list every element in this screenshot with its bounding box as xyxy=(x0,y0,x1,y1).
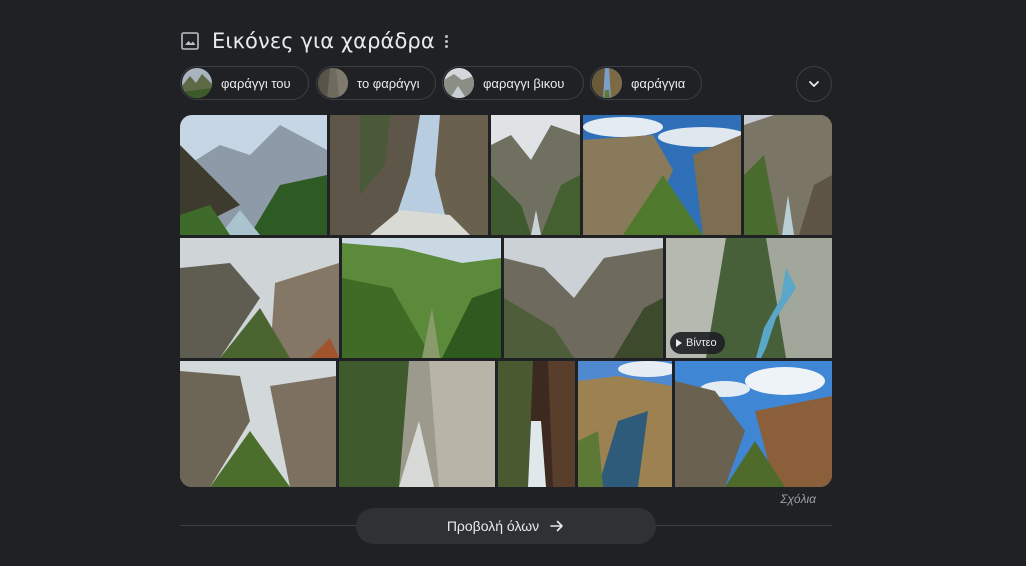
chip-faraggi-tou[interactable]: φαράγγι του xyxy=(180,66,309,100)
view-all-button[interactable]: Προβολή όλων xyxy=(356,508,656,544)
chip-label: φαράγγι του xyxy=(221,75,291,91)
expand-chips-button[interactable] xyxy=(796,66,832,102)
image-result[interactable] xyxy=(578,361,672,487)
image-result[interactable] xyxy=(491,115,580,235)
chip-thumbnail xyxy=(318,68,348,98)
video-badge-label: Βίντεο xyxy=(686,337,717,349)
chip-thumbnail xyxy=(444,68,474,98)
image-result[interactable] xyxy=(675,361,832,487)
arrow-right-icon xyxy=(550,520,563,532)
image-result[interactable] xyxy=(330,115,488,235)
image-result[interactable] xyxy=(504,238,663,358)
chip-label: φαράγγια xyxy=(631,75,686,91)
image-result[interactable] xyxy=(180,238,339,358)
image-results-section: Εικόνες για χαράδρα φαράγγι του το φαράγ… xyxy=(180,0,832,566)
section-title: Εικόνες για χαράδρα xyxy=(212,29,435,53)
image-result[interactable] xyxy=(180,361,336,487)
image-grid: Βίντεο xyxy=(180,115,832,487)
chevron-down-icon xyxy=(809,81,819,87)
chip-faraggi-vikou[interactable]: φαραγγι βικου xyxy=(442,66,584,100)
image-result[interactable] xyxy=(583,115,741,235)
section-header: Εικόνες για χαράδρα xyxy=(180,26,480,56)
image-result[interactable] xyxy=(342,238,501,358)
video-result[interactable]: Βίντεο xyxy=(666,238,832,358)
chip-thumbnail xyxy=(182,68,212,98)
chip-thumbnail xyxy=(592,68,622,98)
video-badge: Βίντεο xyxy=(670,332,725,354)
more-vert-icon[interactable] xyxy=(438,30,454,52)
image-result[interactable] xyxy=(744,115,832,235)
chip-faraggia[interactable]: φαράγγια xyxy=(590,66,702,100)
chip-label: το φαράγγι xyxy=(357,75,420,91)
image-result[interactable] xyxy=(339,361,495,487)
chip-to-faraggi[interactable]: το φαράγγι xyxy=(316,66,436,100)
image-icon xyxy=(180,31,200,51)
image-result[interactable] xyxy=(498,361,575,487)
related-searches-chips: φαράγγι του το φαράγγι φαραγγι βικου φαρ… xyxy=(180,66,832,102)
chip-label: φαραγγι βικου xyxy=(483,75,565,91)
image-result[interactable] xyxy=(180,115,327,235)
feedback-link[interactable]: Σχόλια xyxy=(780,492,816,506)
view-all-label: Προβολή όλων xyxy=(446,518,540,534)
play-icon xyxy=(676,339,682,347)
